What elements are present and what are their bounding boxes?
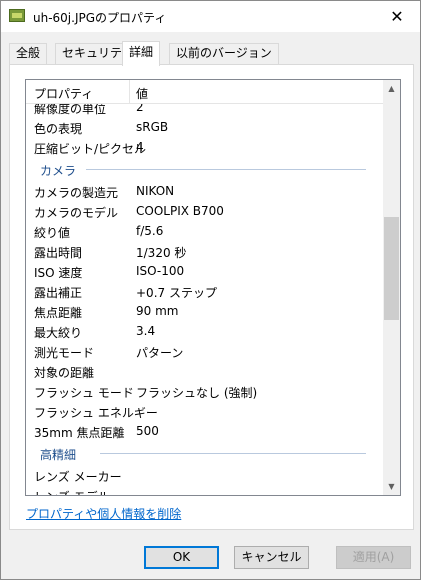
column-divider[interactable]: [129, 80, 130, 104]
list-item[interactable]: ISO 速度 ISO-100: [26, 261, 384, 281]
scroll-up-icon[interactable]: ▲: [383, 80, 400, 97]
title-bar: uh-60j.JPGのプロパティ ✕: [1, 1, 420, 32]
column-header-property[interactable]: プロパティ: [34, 85, 93, 102]
property-name: 露出補正: [34, 286, 83, 300]
property-name: 絞り値: [34, 226, 71, 240]
vertical-scrollbar[interactable]: ▲ ▼: [383, 80, 400, 495]
property-name: 35mm 焦点距離: [34, 426, 125, 440]
property-value: COOLPIX B700: [136, 204, 224, 218]
list-item[interactable]: 焦点距離 90 mm: [26, 301, 384, 321]
property-value: フラッシュなし (強制): [136, 386, 258, 400]
property-value: 500: [136, 424, 159, 438]
list-item[interactable]: 圧縮ビット/ピクセル 4: [26, 137, 384, 157]
property-name: カメラのモデル: [34, 206, 119, 220]
list-item[interactable]: フラッシュ エネルギー: [26, 401, 384, 421]
list-item[interactable]: 色の表現 sRGB: [26, 117, 384, 137]
property-name: 圧縮ビット/ピクセル: [34, 142, 147, 156]
remove-properties-link[interactable]: プロパティや個人情報を削除: [26, 505, 181, 522]
list-item[interactable]: レンズ メーカー: [26, 465, 384, 485]
list-item[interactable]: 測光モード パターン: [26, 341, 384, 361]
group-divider: [100, 453, 366, 454]
image-file-icon: [9, 9, 25, 22]
list-item[interactable]: 最大絞り 3.4: [26, 321, 384, 341]
property-name: フラッシュ エネルギー: [34, 406, 158, 420]
list-item[interactable]: 露出時間 1/320 秒: [26, 241, 384, 261]
property-value: NIKON: [136, 184, 175, 198]
property-name: カメラの製造元: [34, 186, 119, 200]
property-name: 焦点距離: [34, 306, 83, 320]
property-value: +0.7 ステップ: [136, 286, 217, 300]
property-value: 4: [136, 140, 144, 154]
property-value: 90 mm: [136, 304, 179, 318]
group-advanced-photo: 高精細: [26, 441, 384, 465]
property-name: ISO 速度: [34, 266, 83, 280]
property-name: 色の表現: [34, 122, 83, 136]
tab-general[interactable]: 全般: [9, 43, 48, 64]
property-value: sRGB: [136, 120, 169, 134]
property-rows: 解像度の単位 2 色の表現 sRGB 圧縮ビット/ピクセル 4 カメラ カメラの…: [26, 97, 384, 495]
group-label: カメラ: [40, 164, 77, 178]
property-name: フラッシュ モード: [34, 386, 134, 400]
close-button[interactable]: ✕: [374, 1, 420, 32]
property-name: 露出時間: [34, 246, 83, 260]
list-item[interactable]: カメラの製造元 NIKON: [26, 181, 384, 201]
list-item[interactable]: 露出補正 +0.7 ステップ: [26, 281, 384, 301]
list-item[interactable]: 35mm 焦点距離 500: [26, 421, 384, 441]
list-item[interactable]: 対象の距離: [26, 361, 384, 381]
cancel-button[interactable]: キャンセル: [234, 546, 309, 569]
apply-button[interactable]: 適用(A): [336, 546, 411, 569]
property-value: ISO-100: [136, 264, 185, 278]
property-name: 最大絞り: [34, 326, 83, 340]
tab-details[interactable]: 詳細: [122, 41, 161, 66]
property-value: 3.4: [136, 324, 156, 338]
ok-button[interactable]: OK: [144, 546, 219, 569]
property-name: 対象の距離: [34, 366, 95, 380]
details-panel: 解像度の単位 2 色の表現 sRGB 圧縮ビット/ピクセル 4 カメラ カメラの…: [9, 64, 414, 530]
property-name: 測光モード: [34, 346, 95, 360]
group-label: 高精細: [40, 448, 77, 462]
property-value: パターン: [136, 346, 184, 360]
scroll-thumb[interactable]: [384, 217, 399, 320]
list-header: プロパティ 値: [26, 80, 384, 104]
scroll-down-icon[interactable]: ▼: [383, 478, 400, 495]
list-item[interactable]: フラッシュ モード フラッシュなし (強制): [26, 381, 384, 401]
window-title: uh-60j.JPGのプロパティ: [33, 11, 167, 25]
tab-previous-versions[interactable]: 以前のバージョン: [169, 43, 279, 64]
tab-strip: 全般 セキュリティ 詳細 以前のバージョン: [9, 41, 414, 66]
list-item[interactable]: カメラのモデル COOLPIX B700: [26, 201, 384, 221]
list-item[interactable]: レンズ モデル: [26, 485, 384, 495]
property-name: レンズ モデル: [34, 488, 110, 495]
group-divider: [86, 169, 366, 170]
property-value: f/5.6: [136, 224, 164, 238]
column-header-value[interactable]: 値: [136, 85, 148, 102]
property-name: レンズ メーカー: [34, 470, 122, 484]
list-item[interactable]: 絞り値 f/5.6: [26, 221, 384, 241]
properties-dialog: uh-60j.JPGのプロパティ ✕ 全般 セキュリティ 詳細 以前のバージョン…: [0, 0, 421, 580]
property-value: 1/320 秒: [136, 246, 187, 260]
property-list[interactable]: 解像度の単位 2 色の表現 sRGB 圧縮ビット/ピクセル 4 カメラ カメラの…: [25, 79, 401, 496]
group-camera: カメラ: [26, 157, 384, 181]
